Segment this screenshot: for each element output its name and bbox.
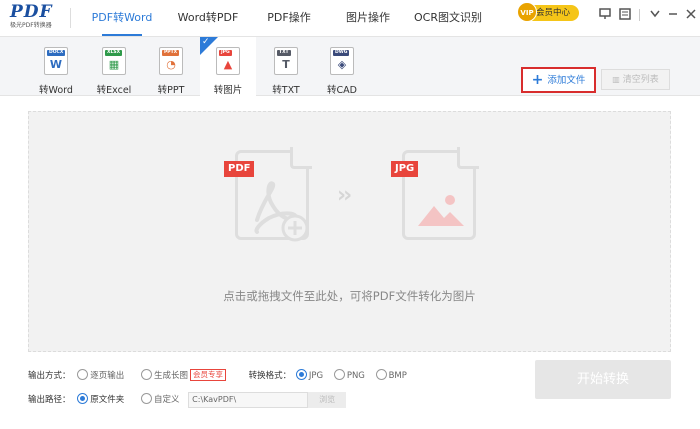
tool-label: 转PPT [157, 85, 185, 96]
output-path-label: 输出路径： [28, 395, 71, 405]
vip-center-button[interactable]: VIP 会员中心 [517, 2, 579, 22]
image-doc-icon: JPG ▲ [216, 47, 240, 75]
logo-text: PDF [10, 2, 53, 22]
radio-long-image[interactable]: 生成长图 [140, 368, 188, 384]
source-format-label: PDF [224, 161, 255, 177]
add-file-button[interactable]: + 添加文件 [521, 67, 596, 93]
close-icon[interactable] [684, 8, 698, 22]
radio-page-output[interactable]: 逐页输出 [77, 368, 124, 384]
cad-doc-icon: DWG ◈ [330, 47, 354, 75]
browse-button[interactable]: 浏览 [308, 392, 347, 408]
vip-center-label: 会员中心 [536, 8, 571, 18]
tab-ocr[interactable]: OCR图文识别 [408, 0, 488, 36]
vip-only-badge: 会员专享 [189, 369, 226, 381]
output-path-input[interactable]: C:\KavPDF\ [188, 392, 309, 408]
clear-list-button[interactable]: ▥ 清空列表 [601, 69, 670, 90]
tool-to-image[interactable]: ✓ JPG ▲ 转图片 [200, 37, 256, 96]
minimize-icon[interactable] [666, 8, 680, 22]
vip-crown-icon: VIP [517, 2, 537, 22]
divider [639, 9, 640, 21]
tab-word-to-pdf[interactable]: Word转PDF [166, 0, 250, 36]
tool-label: 转Excel [96, 85, 132, 96]
radio-format-png[interactable]: PNG [333, 368, 365, 384]
radio-custom-path[interactable]: 自定义 [140, 392, 179, 408]
pin-icon[interactable] [598, 8, 612, 22]
image-file-icon: JPG [391, 147, 479, 240]
divider [70, 8, 71, 28]
app-logo: PDF 极光PDF转换器 [10, 3, 62, 31]
tab-image-operations[interactable]: 图片操作 [330, 0, 406, 36]
tool-label: 转Word [39, 85, 73, 96]
radio-format-jpg[interactable]: JPG [295, 368, 323, 384]
convert-arrow-icon: ›› [337, 183, 352, 208]
feedback-icon[interactable] [618, 8, 632, 22]
top-bar: PDF 极光PDF转换器 PDF转Word Word转PDF PDF操作 图片操… [0, 0, 700, 36]
tool-label: 转CAD [327, 85, 357, 96]
output-settings-row: 输出方式： 逐页输出 生成长图 会员专享 转换格式： JPG PNG BMP [28, 368, 407, 384]
format-label: 转换格式： [248, 371, 292, 381]
logo-subtitle: 极光PDF转换器 [10, 22, 52, 29]
app-window: PDF 极光PDF转换器 PDF转Word Word转PDF PDF操作 图片操… [0, 0, 700, 429]
trash-icon: ▥ [612, 75, 620, 84]
tool-to-word[interactable]: DOCX W 转Word [28, 37, 84, 96]
tab-pdf-operations[interactable]: PDF操作 [252, 0, 326, 36]
chevron-down-icon[interactable] [648, 8, 662, 22]
file-drop-area[interactable]: PDF ›› JPG 点击或拖拽文件至此处，可将PDF文件转化为图片 [28, 111, 671, 352]
excel-doc-icon: XLSX ▦ [102, 47, 126, 75]
target-format-label: JPG [391, 161, 419, 177]
output-mode-label: 输出方式： [28, 371, 71, 381]
txt-doc-icon: TXT T [274, 47, 298, 75]
tool-to-txt[interactable]: TXT T 转TXT [258, 37, 314, 96]
checkmark-icon: ✓ [202, 37, 210, 47]
ppt-doc-icon: PPTX ◔ [159, 47, 183, 75]
tool-label: 转图片 [213, 85, 243, 96]
tool-label: 转TXT [272, 85, 300, 96]
tab-pdf-to-word[interactable]: PDF转Word [80, 0, 164, 36]
plus-icon: + [531, 72, 544, 88]
output-path-row: 输出路径： 原文件夹 自定义 C:\KavPDF\ 浏览 [28, 392, 347, 408]
drop-hint-text: 点击或拖拽文件至此处，可将PDF文件转化为图片 [223, 289, 476, 303]
tool-to-ppt[interactable]: PPTX ◔ 转PPT [143, 37, 199, 96]
radio-format-bmp[interactable]: BMP [375, 368, 407, 384]
tool-to-excel[interactable]: XLSX ▦ 转Excel [86, 37, 142, 96]
tool-to-cad[interactable]: DWG ◈ 转CAD [314, 37, 370, 96]
word-doc-icon: DOCX W [44, 47, 68, 75]
radio-source-folder[interactable]: 原文件夹 [77, 392, 124, 408]
start-convert-button[interactable]: 开始转换 [535, 360, 671, 399]
pdf-file-icon: PDF [224, 147, 312, 242]
